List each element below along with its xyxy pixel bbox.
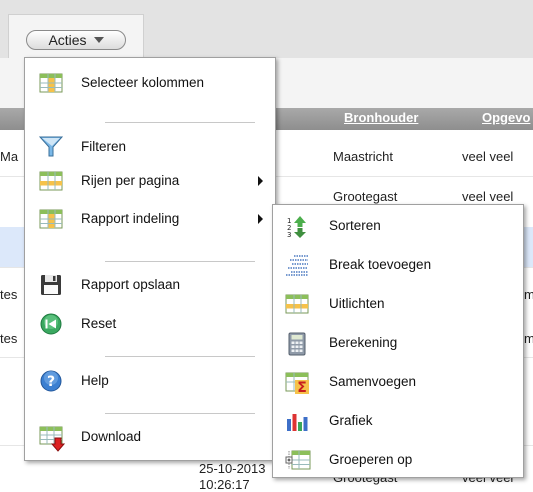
menu-item-reset[interactable]: Reset: [25, 309, 275, 339]
submenu-item-label: Groeperen op: [329, 452, 413, 467]
menu-item-help[interactable]: ? Help: [25, 366, 275, 396]
menu-separator: [105, 122, 255, 123]
actions-button[interactable]: Acties: [26, 30, 126, 50]
submenu-item-label: Berekening: [329, 335, 398, 350]
submenu-item-add-break[interactable]: Break toevoegen: [273, 249, 523, 281]
submenu-item-chart[interactable]: Grafiek: [273, 405, 523, 437]
download-icon: [39, 426, 66, 452]
table-layout-icon: [39, 208, 63, 230]
table-cell: veel veel: [462, 149, 514, 164]
menu-item-label: Help: [81, 373, 109, 388]
table-columns-icon: [39, 72, 63, 94]
menu-item-select-columns[interactable]: Selecteer kolommen: [25, 68, 275, 98]
table-rows-icon: [39, 170, 63, 192]
group-by-icon: [285, 449, 311, 471]
menu-item-save-report[interactable]: Rapport opslaan: [25, 270, 275, 300]
chevron-right-icon: [258, 176, 263, 186]
report-layout-submenu: 1 2 3 Sorteren Break toevoegen Uitlichte…: [272, 204, 524, 478]
table-cell: m: [524, 287, 533, 302]
column-header-opgevoerd[interactable]: Opgevo: [482, 110, 530, 125]
menu-item-download[interactable]: Download: [25, 422, 275, 452]
submenu-item-aggregate[interactable]: Σ Samenvoegen: [273, 366, 523, 398]
chevron-down-icon: [93, 37, 104, 43]
actions-button-label: Acties: [48, 32, 87, 48]
menu-item-label: Reset: [81, 316, 117, 331]
submenu-item-group-by[interactable]: Groeperen op: [273, 444, 523, 476]
menu-item-report-layout[interactable]: Rapport indeling: [25, 204, 275, 234]
submenu-item-highlight[interactable]: Uitlichten: [273, 288, 523, 320]
svg-text:3: 3: [287, 231, 291, 239]
menu-separator: [105, 261, 255, 262]
table-cell: m: [524, 331, 533, 346]
submenu-item-label: Grafiek: [329, 413, 373, 428]
submenu-item-label: Sorteren: [329, 218, 381, 233]
submenu-item-label: Uitlichten: [329, 296, 385, 311]
menu-item-label: Download: [81, 429, 142, 444]
menu-item-filter[interactable]: Filteren: [25, 132, 275, 162]
table-cell-time: 10:26:17: [199, 477, 250, 492]
menu-item-label: Rapport opslaan: [81, 277, 181, 292]
table-cell: Ma: [0, 149, 19, 164]
table-cell: tes: [0, 287, 18, 302]
submenu-item-sort[interactable]: 1 2 3 Sorteren: [273, 210, 523, 242]
menu-separator: [105, 356, 255, 357]
actions-menu: Selecteer kolommen Filteren Rijen per pa…: [24, 57, 276, 461]
table-cell-date: 25-10-2013: [199, 461, 266, 476]
funnel-icon: [38, 136, 64, 158]
sort-icon: 1 2 3: [285, 215, 309, 239]
table-cell: Grootegast: [333, 189, 398, 204]
table-cell: tes: [0, 331, 18, 346]
calculator-icon: [285, 332, 309, 356]
bar-chart-icon: [285, 410, 309, 432]
menu-item-rows-per-page[interactable]: Rijen per pagina: [25, 166, 275, 196]
submenu-item-label: Break toevoegen: [329, 257, 432, 272]
svg-text:Σ: Σ: [297, 380, 307, 395]
help-icon: ?: [39, 370, 63, 392]
highlight-icon: [285, 293, 309, 315]
table-cell: Maastricht: [333, 149, 393, 164]
reset-icon: [39, 313, 63, 335]
menu-separator: [105, 413, 255, 414]
floppy-disk-icon: [39, 274, 63, 296]
chevron-right-icon: [258, 214, 263, 224]
submenu-item-calculation[interactable]: Berekening: [273, 327, 523, 359]
table-cell: veel veel: [462, 189, 514, 204]
menu-item-label: Filteren: [81, 139, 127, 154]
break-icon: [285, 254, 309, 276]
svg-text:?: ?: [47, 374, 55, 390]
column-header-bronhouder[interactable]: Bronhouder: [344, 110, 418, 125]
submenu-item-label: Samenvoegen: [329, 374, 417, 389]
menu-item-label: Rijen per pagina: [81, 173, 180, 188]
menu-item-label: Selecteer kolommen: [81, 75, 205, 90]
menu-item-label: Rapport indeling: [81, 211, 180, 226]
sum-icon: Σ: [285, 371, 309, 396]
